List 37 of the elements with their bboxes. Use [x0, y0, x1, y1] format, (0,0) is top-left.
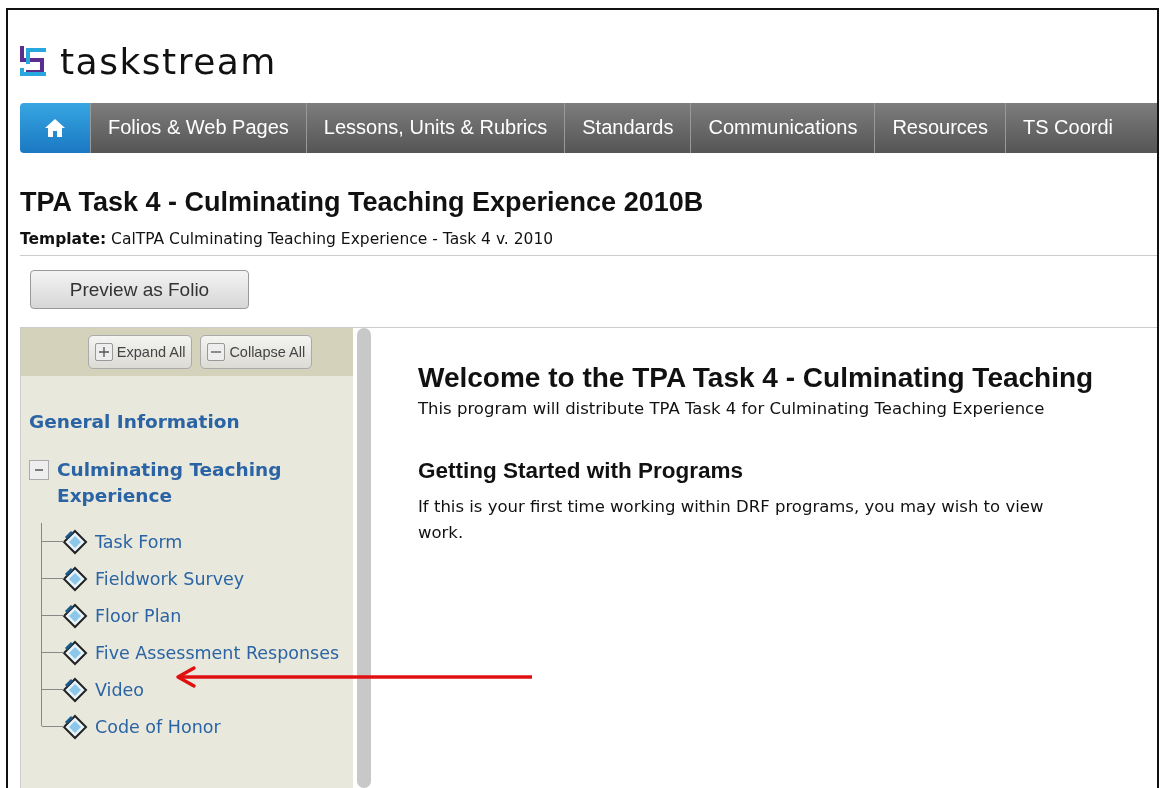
tree-section-link[interactable]: Culminating Teaching Experience — [57, 457, 297, 509]
intro-text: This program will distribute TPA Task 4 for Culminating Teaching Experience — [418, 398, 1046, 420]
tree-item-link[interactable]: Video — [95, 679, 145, 700]
nav-tab[interactable]: Communications — [690, 103, 875, 153]
tree-item-link[interactable]: Fieldwork Survey — [95, 568, 245, 589]
nav-tab[interactable]: TS Coordi — [1005, 103, 1157, 153]
diamond-icon — [62, 676, 88, 703]
page-title: TPA Task 4 - Culminating Teaching Experience 2010B — [20, 187, 705, 218]
body-text: If this is your first time working within DRF programs, you may wish to view work. — [418, 496, 1045, 544]
nav-tab[interactable]: Lessons, Units & Rubrics — [305, 103, 565, 153]
diamond-icon — [62, 602, 88, 629]
section-heading: Getting Started with Programs — [418, 458, 745, 484]
nav-tab[interactable]: Standards — [564, 103, 691, 153]
minus-icon — [207, 343, 226, 361]
diamond-icon — [62, 639, 88, 666]
nav-tab[interactable]: Folios & Web Pages — [90, 103, 306, 153]
tree-item-link[interactable]: Code of Honor — [95, 716, 221, 737]
plus-icon — [94, 343, 113, 361]
nav-tab[interactable]: Resources — [874, 103, 1005, 153]
scrollbar[interactable] — [357, 328, 371, 788]
diamond-icon — [62, 528, 88, 555]
preview-button[interactable]: Preview as Folio — [30, 270, 249, 309]
logo-icon — [20, 46, 48, 76]
tree-item-link[interactable]: Floor Plan — [95, 605, 182, 626]
tree-item-link[interactable]: Five Assessment Responses — [95, 642, 340, 663]
template-text: Template: CalTPA Culminating Teaching Experience - Task 4 v. 2010 — [20, 230, 1157, 256]
welcome-heading: Welcome to the TPA Task 4 - Culminating Teaching — [418, 362, 1094, 394]
home-icon — [44, 118, 66, 138]
home-tab[interactable] — [20, 103, 90, 153]
logo-text: taskstream — [60, 40, 277, 82]
collapse-toggle-icon[interactable] — [29, 460, 49, 480]
expand-all-button[interactable]: Expand All — [87, 335, 193, 369]
collapse-all-button[interactable]: Collapse All — [200, 335, 313, 369]
tree-item-link[interactable]: Task Form — [95, 531, 183, 552]
diamond-icon — [62, 713, 88, 740]
tree-section-link[interactable]: General Information — [29, 409, 269, 435]
diamond-icon — [62, 565, 88, 592]
